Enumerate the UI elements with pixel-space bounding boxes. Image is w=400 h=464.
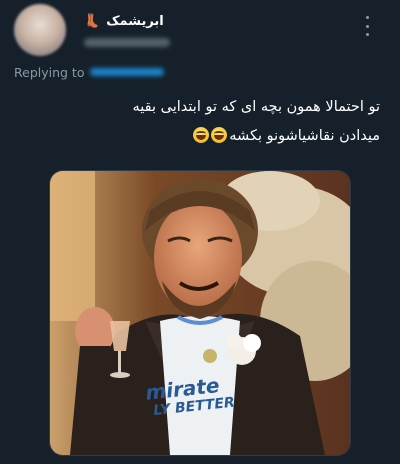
replying-to-label: Replying to: [14, 64, 85, 80]
more-options-icon[interactable]: [364, 16, 370, 36]
author-handle-blurred: [84, 38, 170, 47]
tweet-text-line-2-text: میدادن نقاشیاشونو بکشه: [229, 128, 380, 144]
tweet-header: ابریشمک 👢: [0, 0, 400, 60]
tweet-text-line-2: میدادن نقاشیاشونو بکشه: [40, 122, 380, 151]
grinning-squinting-face-icon: [193, 127, 210, 143]
tweet-text: تو احتمالا همون بچه ای که تو ابتدایی بقی…: [40, 93, 380, 151]
tweet-media-image[interactable]: mirate LY BETTER: [49, 170, 351, 456]
grinning-squinting-face-icon: [211, 127, 228, 143]
emoji-group: [192, 122, 228, 151]
replying-to-handle-blurred[interactable]: [90, 68, 165, 76]
boot-emoji-icon: 👢: [84, 13, 101, 29]
author-display-name[interactable]: ابریشمک: [106, 14, 164, 29]
author-avatar[interactable]: [14, 4, 66, 56]
tweet-text-line-1: تو احتمالا همون بچه ای که تو ابتدایی بقی…: [132, 99, 380, 115]
author-name-row[interactable]: ابریشمک 👢: [84, 12, 164, 30]
replying-to: Replying to: [14, 64, 165, 80]
